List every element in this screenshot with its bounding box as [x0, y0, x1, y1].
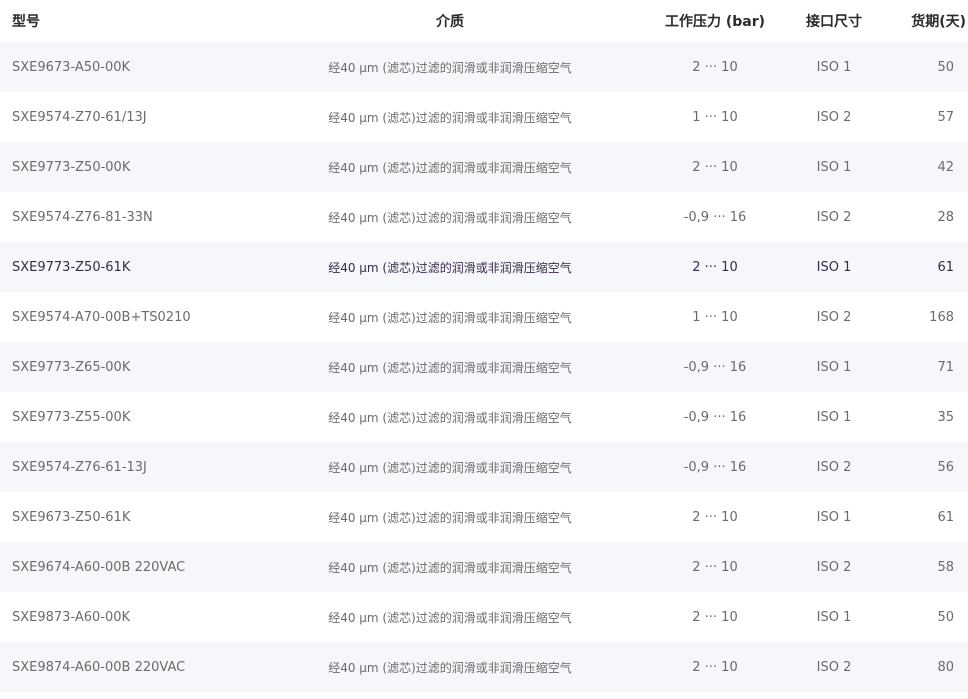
cell-pressure: 2 ··· 10: [692, 259, 738, 275]
cell-pressure: 1 ··· 10: [692, 109, 738, 125]
header-pressure[interactable]: 工作压力 (bar): [660, 11, 770, 31]
header-delivery-days[interactable]: 货期(天): [898, 11, 968, 31]
cell-pressure: 2 ··· 10: [692, 659, 738, 675]
cell-port: ISO 1: [816, 259, 852, 275]
cell-port: ISO 2: [816, 459, 852, 475]
cell-pressure: -0,9 ··· 16: [683, 459, 747, 475]
cell-delivery-days: 80: [937, 659, 954, 675]
table-header: 型号 介质 工作压力 (bar) 接口尺寸 货期(天): [0, 0, 968, 42]
cell-medium: 经40 μm (滤芯)过滤的润滑或非润滑压缩空气: [328, 560, 572, 575]
product-table: 型号 介质 工作压力 (bar) 接口尺寸 货期(天) SXE9673-A50-…: [0, 0, 968, 692]
cell-model[interactable]: SXE9674-A60-00B 220VAC: [0, 560, 240, 575]
header-port[interactable]: 接口尺寸: [770, 11, 898, 31]
cell-medium: 经40 μm (滤芯)过滤的润滑或非润滑压缩空气: [328, 660, 572, 675]
cell-port: ISO 2: [816, 109, 852, 125]
table-row[interactable]: SXE9874-A60-00B 220VAC 经40 μm (滤芯)过滤的润滑或非…: [0, 642, 968, 692]
header-medium[interactable]: 介质: [240, 11, 660, 31]
cell-port: ISO 2: [816, 209, 852, 225]
cell-delivery-days: 61: [937, 259, 954, 275]
cell-delivery-days: 58: [937, 559, 954, 575]
cell-medium: 经40 μm (滤芯)过滤的润滑或非润滑压缩空气: [328, 210, 572, 225]
cell-model[interactable]: SXE9673-Z50-61K: [0, 510, 240, 525]
cell-pressure: -0,9 ··· 16: [683, 409, 747, 425]
cell-port: ISO 1: [816, 509, 852, 525]
cell-model[interactable]: SXE9773-Z55-00K: [0, 410, 240, 425]
cell-model[interactable]: SXE9574-Z70-61/13J: [0, 110, 240, 125]
cell-medium: 经40 μm (滤芯)过滤的润滑或非润滑压缩空气: [328, 460, 572, 475]
table-row[interactable]: SXE9773-Z50-00K 经40 μm (滤芯)过滤的润滑或非润滑压缩空气 2…: [0, 142, 968, 192]
table-row[interactable]: SXE9773-Z55-00K 经40 μm (滤芯)过滤的润滑或非润滑压缩空气 -…: [0, 392, 968, 442]
cell-delivery-days: 61: [937, 509, 954, 525]
table-row[interactable]: SXE9773-Z65-00K 经40 μm (滤芯)过滤的润滑或非润滑压缩空气 -…: [0, 342, 968, 392]
cell-pressure: 2 ··· 10: [692, 509, 738, 525]
table-body: SXE9673-A50-00K 经40 μm (滤芯)过滤的润滑或非润滑压缩空气 2…: [0, 42, 968, 692]
cell-medium: 经40 μm (滤芯)过滤的润滑或非润滑压缩空气: [328, 410, 572, 425]
cell-port: ISO 1: [816, 59, 852, 75]
cell-model[interactable]: SXE9773-Z50-61K: [0, 260, 240, 275]
cell-model[interactable]: SXE9874-A60-00B 220VAC: [0, 660, 240, 675]
cell-pressure: -0,9 ··· 16: [683, 359, 747, 375]
cell-port: ISO 2: [816, 559, 852, 575]
cell-medium: 经40 μm (滤芯)过滤的润滑或非润滑压缩空气: [328, 260, 572, 275]
cell-model[interactable]: SXE9673-A50-00K: [0, 60, 240, 75]
cell-port: ISO 1: [816, 609, 852, 625]
cell-delivery-days: 42: [937, 159, 954, 175]
cell-delivery-days: 28: [937, 209, 954, 225]
cell-port: ISO 1: [816, 159, 852, 175]
cell-delivery-days: 57: [937, 109, 954, 125]
table-row[interactable]: SXE9873-A60-00K 经40 μm (滤芯)过滤的润滑或非润滑压缩空气 2…: [0, 592, 968, 642]
cell-delivery-days: 56: [937, 459, 954, 475]
cell-port: ISO 1: [816, 409, 852, 425]
cell-pressure: 2 ··· 10: [692, 609, 738, 625]
cell-model[interactable]: SXE9773-Z50-00K: [0, 160, 240, 175]
cell-medium: 经40 μm (滤芯)过滤的润滑或非润滑压缩空气: [328, 510, 572, 525]
cell-port: ISO 2: [816, 309, 852, 325]
header-model[interactable]: 型号: [0, 11, 240, 31]
cell-model[interactable]: SXE9873-A60-00K: [0, 610, 240, 625]
cell-pressure: 1 ··· 10: [692, 309, 738, 325]
cell-port: ISO 1: [816, 359, 852, 375]
table-row[interactable]: SXE9773-Z50-61K 经40 μm (滤芯)过滤的润滑或非润滑压缩空气 2…: [0, 242, 968, 292]
cell-pressure: -0,9 ··· 16: [683, 209, 747, 225]
table-row[interactable]: SXE9674-A60-00B 220VAC 经40 μm (滤芯)过滤的润滑或非…: [0, 542, 968, 592]
cell-medium: 经40 μm (滤芯)过滤的润滑或非润滑压缩空气: [328, 310, 572, 325]
cell-delivery-days: 50: [937, 609, 954, 625]
table-row[interactable]: SXE9574-Z76-61-13J 经40 μm (滤芯)过滤的润滑或非润滑压缩…: [0, 442, 968, 492]
table-row[interactable]: SXE9574-A70-00B+TS0210 经40 μm (滤芯)过滤的润滑或非…: [0, 292, 968, 342]
table-row[interactable]: SXE9574-Z76-81-33N 经40 μm (滤芯)过滤的润滑或非润滑压缩…: [0, 192, 968, 242]
table-row[interactable]: SXE9574-Z70-61/13J 经40 μm (滤芯)过滤的润滑或非润滑压缩…: [0, 92, 968, 142]
cell-model[interactable]: SXE9574-Z76-61-13J: [0, 460, 240, 475]
cell-pressure: 2 ··· 10: [692, 559, 738, 575]
cell-medium: 经40 μm (滤芯)过滤的润滑或非润滑压缩空气: [328, 160, 572, 175]
cell-medium: 经40 μm (滤芯)过滤的润滑或非润滑压缩空气: [328, 60, 572, 75]
cell-port: ISO 2: [816, 659, 852, 675]
cell-delivery-days: 35: [937, 409, 954, 425]
cell-model[interactable]: SXE9574-A70-00B+TS0210: [0, 310, 240, 325]
cell-model[interactable]: SXE9773-Z65-00K: [0, 360, 240, 375]
cell-medium: 经40 μm (滤芯)过滤的润滑或非润滑压缩空气: [328, 110, 572, 125]
cell-delivery-days: 168: [929, 309, 954, 325]
cell-medium: 经40 μm (滤芯)过滤的润滑或非润滑压缩空气: [328, 360, 572, 375]
cell-pressure: 2 ··· 10: [692, 59, 738, 75]
cell-delivery-days: 50: [937, 59, 954, 75]
cell-pressure: 2 ··· 10: [692, 159, 738, 175]
cell-delivery-days: 71: [937, 359, 954, 375]
table-row[interactable]: SXE9673-Z50-61K 经40 μm (滤芯)过滤的润滑或非润滑压缩空气 2…: [0, 492, 968, 542]
cell-medium: 经40 μm (滤芯)过滤的润滑或非润滑压缩空气: [328, 610, 572, 625]
cell-model[interactable]: SXE9574-Z76-81-33N: [0, 210, 240, 225]
table-row[interactable]: SXE9673-A50-00K 经40 μm (滤芯)过滤的润滑或非润滑压缩空气 2…: [0, 42, 968, 92]
